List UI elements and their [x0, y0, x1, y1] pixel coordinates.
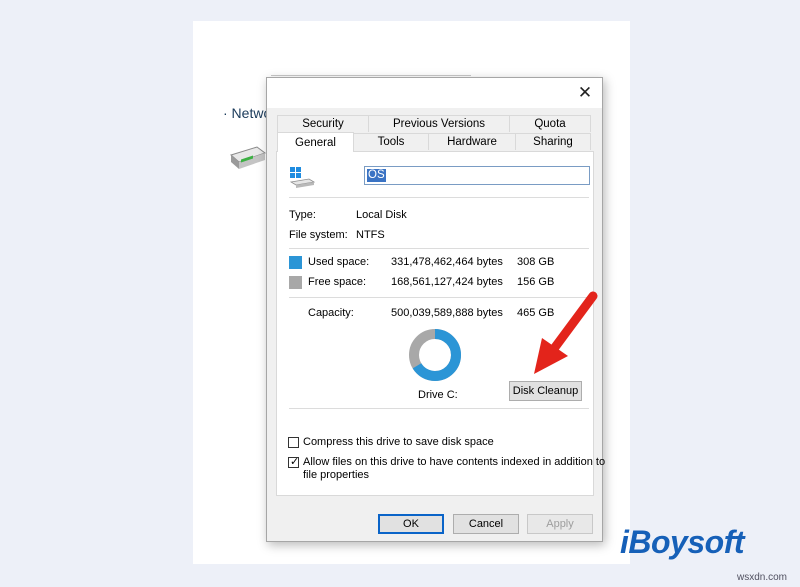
- tab-hardware[interactable]: Hardware: [428, 133, 516, 150]
- capacity-label: Capacity:: [308, 307, 354, 319]
- used-space-bytes: 331,478,462,464 bytes: [391, 256, 503, 268]
- iboysoft-logo: iBoysoft: [620, 524, 745, 560]
- divider: [289, 248, 589, 249]
- free-space-size: 156 GB: [517, 276, 555, 288]
- divider: [289, 408, 589, 409]
- filesystem-label: File system:: [289, 229, 348, 241]
- dialog-titlebar: ✕: [267, 78, 602, 108]
- filesystem-value: NTFS: [356, 229, 385, 241]
- disk-usage-donut: [407, 327, 463, 386]
- tab-general[interactable]: General: [277, 132, 354, 152]
- tab-sharing[interactable]: Sharing: [515, 133, 591, 150]
- checkmark-icon: ✓: [290, 456, 300, 468]
- free-space-bytes: 168,561,127,424 bytes: [391, 276, 503, 288]
- type-value: Local Disk: [356, 209, 407, 221]
- network-label: · Netwo: [223, 105, 272, 121]
- drive-icon: [289, 166, 316, 191]
- watermark-text: wsxdn.com: [737, 572, 788, 583]
- tab-quota[interactable]: Quota: [509, 115, 591, 132]
- used-space-swatch: [289, 256, 302, 269]
- used-space-label: Used space:: [308, 256, 370, 268]
- apply-button[interactable]: Apply: [527, 514, 593, 534]
- drive-name-value: OS: [367, 169, 386, 182]
- close-button[interactable]: ✕: [568, 78, 602, 108]
- tab-security[interactable]: Security: [277, 115, 369, 132]
- cancel-button[interactable]: Cancel: [453, 514, 519, 534]
- type-label: Type:: [289, 209, 316, 221]
- index-checkbox[interactable]: ✓: [288, 456, 300, 468]
- index-label-line2: file properties: [303, 469, 370, 481]
- drive-letter-label: Drive C:: [418, 389, 458, 401]
- background-window-edge: [271, 75, 471, 76]
- red-arrow-annotation: [520, 290, 600, 385]
- index-label-line1: Allow files on this drive to have conten…: [303, 456, 606, 468]
- hard-drive-icon: [227, 141, 267, 180]
- drive-name-input[interactable]: OS: [364, 166, 590, 185]
- ok-button[interactable]: OK: [378, 514, 444, 534]
- divider: [289, 197, 589, 198]
- free-space-label: Free space:: [308, 276, 367, 288]
- tab-previous-versions[interactable]: Previous Versions: [368, 115, 510, 132]
- compress-label: Compress this drive to save disk space: [303, 436, 494, 448]
- compress-checkbox[interactable]: [288, 437, 299, 448]
- tab-tools[interactable]: Tools: [353, 133, 429, 150]
- used-space-size: 308 GB: [517, 256, 555, 268]
- free-space-swatch: [289, 276, 302, 289]
- capacity-bytes: 500,039,589,888 bytes: [391, 307, 503, 319]
